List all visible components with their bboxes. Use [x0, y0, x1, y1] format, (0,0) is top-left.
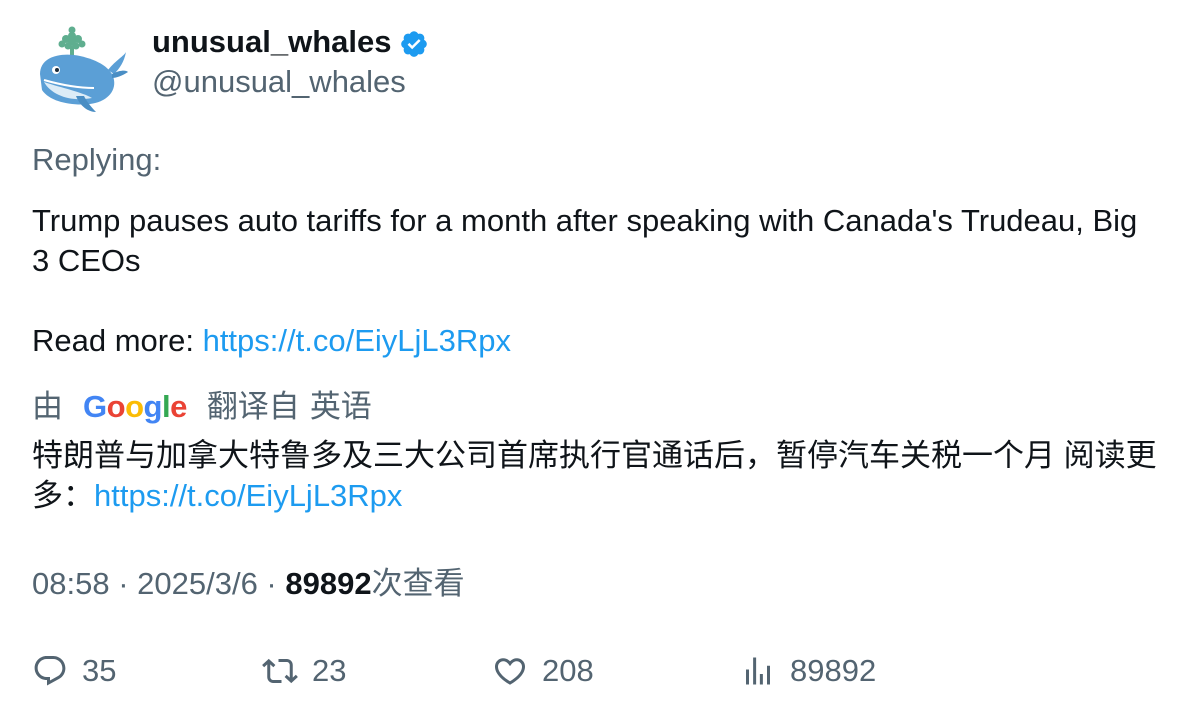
google-logo: Google — [83, 389, 187, 424]
analytics-icon — [746, 657, 770, 685]
tweet-time[interactable]: 08:58 — [32, 566, 110, 601]
views-label: 次查看 — [371, 566, 465, 601]
tweet-link[interactable]: https://t.co/EiyLjL3Rpx — [203, 323, 511, 358]
retweet-count: 23 — [312, 653, 347, 688]
like-button[interactable]: 208 — [492, 651, 594, 691]
tweet-read-more: Read more: https://t.co/EiyLjL3Rpx — [32, 321, 1162, 361]
tweet-text-line: Trump pauses auto tariffs for a month af… — [32, 203, 1138, 278]
display-name-row[interactable]: unusual_whales — [152, 22, 429, 62]
handle[interactable]: @unusual_whales — [152, 62, 406, 102]
translated-link[interactable]: https://t.co/EiyLjL3Rpx — [94, 478, 402, 513]
like-count: 208 — [542, 653, 594, 688]
action-bar: 35 23 208 89892 — [0, 651, 1196, 691]
replying-label: Replying: — [32, 142, 162, 177]
translated-from-label: 翻译自 — [206, 389, 300, 424]
whale-avatar-icon — [40, 26, 128, 112]
tweet-date[interactable]: 2025/3/6 — [137, 566, 258, 601]
reply-count: 35 — [82, 653, 117, 688]
read-more-label: Read more: — [32, 323, 203, 358]
translation-by-label: 由 — [32, 389, 63, 424]
views-button[interactable]: 89892 — [740, 651, 876, 691]
translation-attribution: 由 Google 翻译自 英语 — [32, 387, 372, 427]
translated-text: 特朗普与加拿大特鲁多及三大公司首席执行官通话后，暂停汽车关税一个月 阅读更多：h… — [32, 436, 1172, 516]
retweet-button[interactable]: 23 — [262, 651, 346, 691]
reply-button[interactable]: 35 — [32, 651, 116, 691]
tweet-meta: 08:58 · 2025/3/6 · 89892次查看 — [32, 564, 465, 604]
views-count: 89892 — [285, 566, 372, 601]
meta-separator: · — [109, 566, 138, 601]
meta-separator: · — [257, 566, 286, 601]
source-language: 英语 — [309, 389, 372, 424]
display-name[interactable]: unusual_whales — [152, 22, 391, 62]
verified-badge-icon — [401, 31, 428, 57]
retweet-icon — [262, 658, 298, 684]
heart-icon — [494, 658, 526, 685]
avatar[interactable] — [32, 22, 128, 118]
reply-icon — [34, 656, 66, 686]
views-action-count: 89892 — [790, 653, 877, 688]
tweet-text: Trump pauses auto tariffs for a month af… — [32, 201, 1162, 361]
